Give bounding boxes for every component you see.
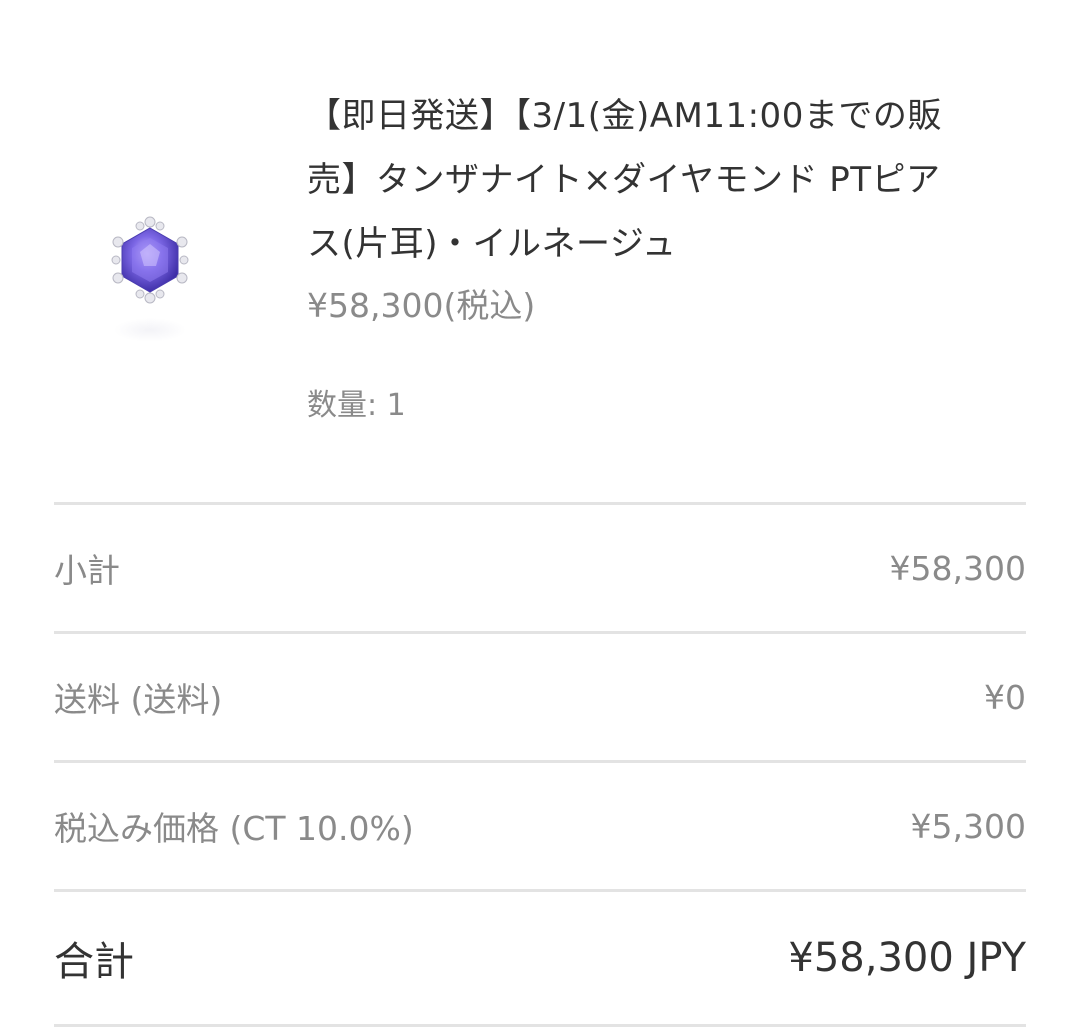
shipping-value: ¥0	[984, 677, 1026, 717]
total-label: 合計	[54, 939, 134, 985]
subtotal-value: ¥58,300	[889, 548, 1026, 588]
product-title[interactable]: 【即日発送】【3/1(金)AM11:00までの販 売】タンザナイト×ダイヤモンド…	[307, 84, 1007, 276]
tax-row: 税込み価格 (CT 10.0%) ¥5,300	[54, 760, 1026, 889]
product-quantity: 数量: 1	[307, 388, 406, 423]
shipping-label: 送料 (送料)	[54, 680, 223, 719]
order-item: 【即日発送】【3/1(金)AM11:00までの販 売】タンザナイト×ダイヤモンド…	[0, 0, 1080, 500]
product-price: ¥58,300(税込)	[307, 286, 536, 325]
product-info: 【即日発送】【3/1(金)AM11:00までの販 売】タンザナイト×ダイヤモンド…	[307, 84, 1007, 426]
tax-value: ¥5,300	[910, 806, 1026, 846]
tanzanite-earring-image	[111, 216, 189, 342]
subtotal-row: 小計 ¥58,300	[54, 502, 1026, 631]
tax-label: 税込み価格 (CT 10.0%)	[54, 809, 414, 848]
shipping-row: 送料 (送料) ¥0	[54, 631, 1026, 760]
total-row: 合計 ¥58,300 JPY	[54, 889, 1026, 1027]
subtotal-label: 小計	[54, 551, 120, 590]
product-thumbnail[interactable]	[98, 200, 202, 350]
total-value: ¥58,300 JPY	[788, 935, 1026, 981]
order-summary: 小計 ¥58,300 送料 (送料) ¥0 税込み価格 (CT 10.0%) ¥…	[54, 502, 1026, 1027]
